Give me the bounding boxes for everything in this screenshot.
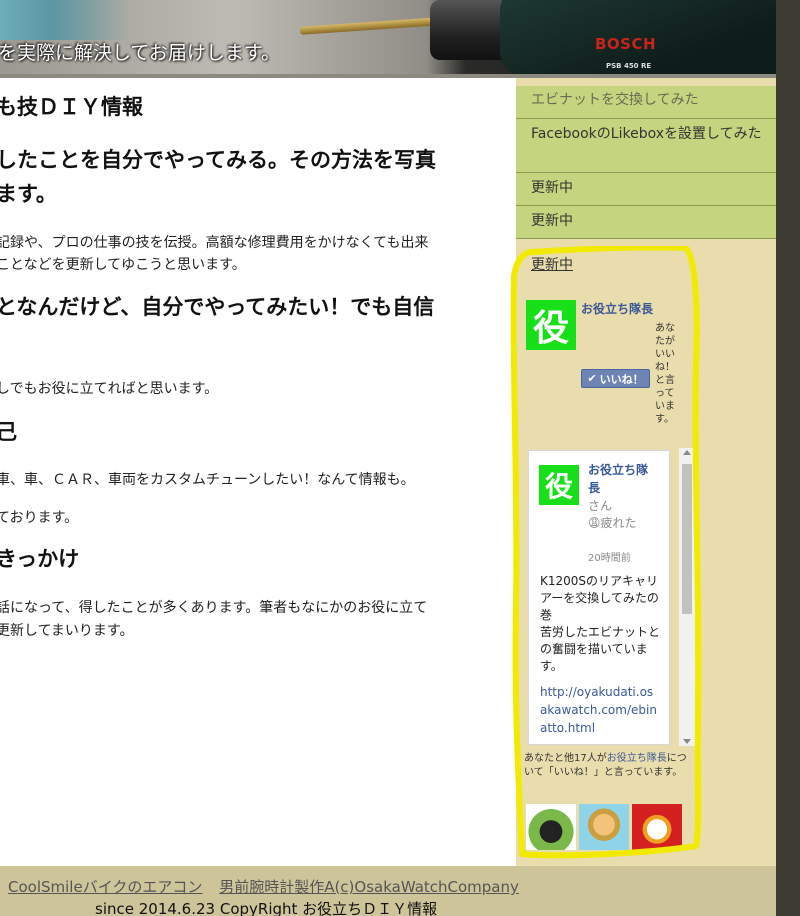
facebook-page-name[interactable]: お役立ち隊長 xyxy=(581,300,653,317)
post-link[interactable]: http://oyakudati.osakawatch.com/ebinatto… xyxy=(540,683,660,737)
scroll-thumb[interactable] xyxy=(682,464,692,614)
fan-avatar-cat[interactable] xyxy=(632,804,682,850)
main-content: も技ＤＩＹ情報 したことを自分でやってみる。その方法を写真 ます。 記録や、プロ… xyxy=(0,78,516,866)
post-body: K1200Sのリアキャリアーを交換してみたの巻 苦労したエビナットとの奮闘を描い… xyxy=(540,574,661,673)
post-author-avatar[interactable]: 役 xyxy=(539,465,579,505)
header-banner: BOSCH PSB 450 RE を実際に解決してお届けします。 xyxy=(0,0,776,78)
footer-links: CoolSmileバイクのエアコン 男前腕時計製作A(c)OsakaWatchC… xyxy=(8,876,531,897)
drill-bit-image xyxy=(299,17,441,35)
car-text-2: ております。 xyxy=(0,510,79,526)
like-button-label: いいね！ xyxy=(599,372,644,386)
likes-summary-prefix: あなたと他17人が xyxy=(524,753,607,764)
scroll-down-arrow-icon[interactable] xyxy=(683,739,691,744)
page-footer: CoolSmileバイクのエアコン 男前腕時計製作A(c)OsakaWatchC… xyxy=(0,866,776,916)
facebook-likebox-header: 役 お役立ち隊長 ✔ いいね！ あなたがいいね！と言っています。 xyxy=(526,298,766,438)
intro-text-line1: 記録や、プロの仕事の技を伝授。高額な修理費用をかけなくても出来 xyxy=(0,235,429,251)
intro-heading-line2: ます。 xyxy=(0,182,57,206)
car-text: 車、車、ＣＡＲ、車両をカスタムチューンしたい！なんて情報も。 xyxy=(0,472,415,488)
car-heading: 己 xyxy=(0,420,17,444)
tired-emoji-icon: 😩 xyxy=(588,516,601,530)
banner-tools-image xyxy=(0,0,130,40)
facebook-post-card: 役 お役立ち隊長 さん 😩疲れた 20時間前 K1200Sのリアキャリアーを交換… xyxy=(528,450,670,745)
sidebar-item-updating-2[interactable]: 更新中 xyxy=(516,206,776,239)
drill-chuck-image xyxy=(430,0,510,60)
sidebar: エビナットを交換してみた FacebookのLikeboxを設置してみた 更新中… xyxy=(516,78,776,866)
post-author-suffix: さん xyxy=(588,499,613,513)
motivation-heading: きっかけ xyxy=(0,547,80,571)
post-status-text: 疲れた xyxy=(600,516,637,530)
fan-avatar-person[interactable] xyxy=(579,804,629,850)
drill-model-label: PSB 450 RE xyxy=(606,62,652,70)
likes-summary: あなたと他17人がお役立ち隊長について「いいね！」と言っています。 xyxy=(524,752,694,780)
fan-avatar-motorcycle[interactable] xyxy=(526,804,576,850)
post-timestamp[interactable]: 20時間前 xyxy=(588,549,631,564)
post-status: 😩疲れた xyxy=(588,515,648,532)
right-edge-strip xyxy=(776,0,800,916)
likes-summary-page-link[interactable]: お役立ち隊長 xyxy=(607,753,667,764)
intro-text-line2: ことなどを更新してゆこうと思います。 xyxy=(0,257,246,273)
facebook-likebox-footer: あなたと他17人がお役立ち隊長について「いいね！」と言っています。 xyxy=(524,752,694,850)
sidebar-item-ebinatto[interactable]: エビナットを交換してみた xyxy=(516,86,776,119)
feed-scrollbar[interactable] xyxy=(679,448,695,746)
sidebar-link-updating[interactable]: 更新中 xyxy=(531,254,573,274)
footer-copyright: since 2014.6.23 CopyRight お役立ちＤＩＹ情報 xyxy=(95,900,438,916)
motivation-text-line2: 更新してまいります。 xyxy=(0,623,134,639)
page-logo[interactable]: 役 xyxy=(526,300,576,350)
header-tagline: を実際に解決してお届けします。 xyxy=(0,42,280,64)
post-author-name[interactable]: お役立ち隊長 xyxy=(588,461,648,497)
footer-link-osakawatch[interactable]: 男前腕時計製作A(c)OsakaWatchCompany xyxy=(219,878,519,896)
check-icon: ✔ xyxy=(587,372,597,385)
motivation-text-line1: 話になって、得したことが多くあります。筆者もなにかのお役に立て xyxy=(0,600,428,616)
like-status-text: あなたがいいね！と言っています。 xyxy=(655,323,675,425)
sidebar-item-updating-1[interactable]: 更新中 xyxy=(516,173,776,206)
drill-brand-label: BOSCH xyxy=(595,35,657,53)
confidence-text: しでもお役に立てればと思います。 xyxy=(0,381,219,397)
intro-heading-line1: したことを自分でやってみる。その方法を写真 xyxy=(0,148,436,172)
like-button[interactable]: ✔ いいね！ xyxy=(581,369,650,388)
fan-avatars xyxy=(526,804,686,850)
section-heading-diy: も技ＤＩＹ情報 xyxy=(0,95,143,119)
confidence-heading: となんだけど、自分でやってみたい！でも自信 xyxy=(0,295,435,319)
sidebar-item-facebook-likebox[interactable]: FacebookのLikeboxを設置してみた xyxy=(516,119,776,173)
scroll-up-arrow-icon[interactable] xyxy=(683,450,691,455)
footer-link-coolsmile[interactable]: CoolSmileバイクのエアコン xyxy=(8,878,202,896)
